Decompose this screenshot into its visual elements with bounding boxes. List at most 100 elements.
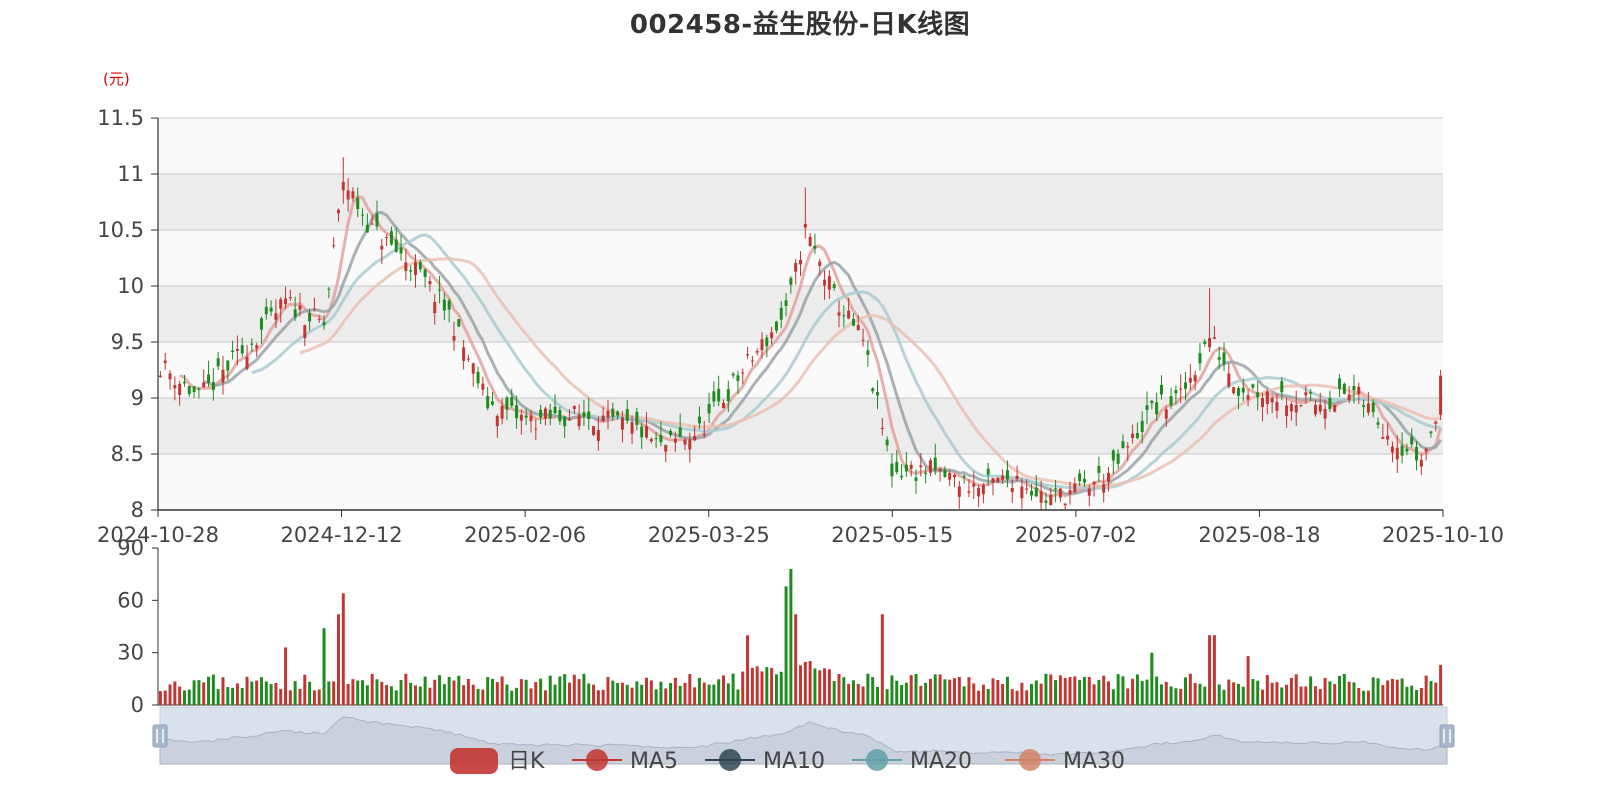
volume-bar[interactable] <box>486 677 490 705</box>
volume-bar[interactable] <box>178 686 182 705</box>
volume-bar[interactable] <box>683 682 687 705</box>
volume-bar[interactable] <box>519 679 523 705</box>
volume-bar[interactable] <box>317 689 321 705</box>
volume-bar[interactable] <box>476 688 480 705</box>
volume-bar[interactable] <box>1078 679 1082 705</box>
volume-bar[interactable] <box>529 688 533 705</box>
volume-bar[interactable] <box>1261 689 1265 705</box>
volume-bar[interactable] <box>1131 678 1135 705</box>
volume-bar[interactable] <box>1121 676 1125 705</box>
volume-bar[interactable] <box>1212 635 1216 705</box>
volume-bar[interactable] <box>567 682 571 705</box>
volume-bar[interactable] <box>365 685 369 705</box>
volume-bar[interactable] <box>659 681 663 705</box>
volume-bar[interactable] <box>1203 686 1207 705</box>
volume-bar[interactable] <box>1395 679 1399 705</box>
volume-bar[interactable] <box>678 685 682 705</box>
volume-bar[interactable] <box>1198 683 1202 705</box>
volume-bar[interactable] <box>1429 681 1433 705</box>
volume-bar[interactable] <box>346 684 350 705</box>
volume-bar[interactable] <box>466 678 470 705</box>
volume-bar[interactable] <box>279 688 283 705</box>
volume-bar[interactable] <box>1188 673 1192 705</box>
volume-bar[interactable] <box>462 685 466 705</box>
volume-bar[interactable] <box>341 593 345 705</box>
volume-bar[interactable] <box>1309 676 1313 705</box>
volume-bar[interactable] <box>558 676 562 705</box>
volume-bar[interactable] <box>293 681 297 705</box>
volume-bar[interactable] <box>1362 690 1366 705</box>
volume-bar[interactable] <box>413 685 417 705</box>
volume-bar[interactable] <box>1232 682 1236 705</box>
volume-bar[interactable] <box>577 679 581 705</box>
volume-bar[interactable] <box>1342 673 1346 705</box>
volume-bar[interactable] <box>986 688 990 705</box>
volume-bar[interactable] <box>871 677 875 705</box>
volume-bar[interactable] <box>221 677 225 705</box>
legend-item-ma30[interactable]: MA30 <box>1005 749 1125 774</box>
volume-bar[interactable] <box>827 669 831 705</box>
volume-bar[interactable] <box>774 674 778 705</box>
volume-bar[interactable] <box>245 676 249 705</box>
volume-bar[interactable] <box>259 677 263 705</box>
volume-bar[interactable] <box>207 676 211 705</box>
volume-bar[interactable] <box>1357 687 1361 705</box>
volume-bar[interactable] <box>1294 674 1298 705</box>
volume-bar[interactable] <box>616 683 620 705</box>
volume-bar[interactable] <box>336 614 340 705</box>
volume-bar[interactable] <box>957 676 961 705</box>
volume-bar[interactable] <box>312 690 316 705</box>
volume-bar[interactable] <box>1054 680 1058 705</box>
volume-bar[interactable] <box>1419 687 1423 705</box>
volume-bar[interactable] <box>1082 676 1086 705</box>
volume-bar[interactable] <box>856 684 860 705</box>
volume-bar[interactable] <box>620 682 624 705</box>
volume-bar[interactable] <box>1140 680 1144 705</box>
volume-bar[interactable] <box>1169 686 1173 705</box>
volume-bar[interactable] <box>1304 686 1308 705</box>
volume-bar[interactable] <box>938 674 942 705</box>
volume-bar[interactable] <box>876 686 879 705</box>
volume-bar[interactable] <box>962 686 966 705</box>
volume-bar[interactable] <box>789 568 793 705</box>
volume-bar[interactable] <box>563 674 567 705</box>
volume-bar[interactable] <box>274 682 278 705</box>
volume-bar[interactable] <box>885 689 889 705</box>
datazoom-left-handle[interactable] <box>152 724 168 748</box>
volume-bar[interactable] <box>1222 689 1226 705</box>
volume-bar[interactable] <box>943 679 947 705</box>
volume-bar[interactable] <box>380 681 384 705</box>
datazoom-right-handle[interactable] <box>1439 724 1455 748</box>
volume-bar[interactable] <box>1328 681 1332 705</box>
volume-bar[interactable] <box>919 685 923 705</box>
volume-bar[interactable] <box>495 682 499 705</box>
volume-bar[interactable] <box>1111 689 1115 705</box>
volume-bar[interactable] <box>1010 689 1014 705</box>
volume-bar[interactable] <box>197 680 201 705</box>
volume-bar[interactable] <box>1323 677 1327 705</box>
volume-bar[interactable] <box>553 684 557 705</box>
volume-bar[interactable] <box>981 684 985 705</box>
volume-bar[interactable] <box>1155 676 1159 705</box>
volume-bar[interactable] <box>654 689 658 705</box>
volume-bar[interactable] <box>1376 678 1380 705</box>
volume-bar[interactable] <box>1270 682 1274 705</box>
volume-bar[interactable] <box>226 687 230 705</box>
volume-bar[interactable] <box>211 674 215 705</box>
volume-bar[interactable] <box>712 684 716 705</box>
volume-bar[interactable] <box>750 667 754 705</box>
volume-bar[interactable] <box>510 690 514 705</box>
volume-bar[interactable] <box>418 686 422 705</box>
volume-bar[interactable] <box>1333 684 1337 705</box>
volume-bar[interactable] <box>645 677 648 705</box>
volume-bar[interactable] <box>1073 676 1077 705</box>
volume-bar[interactable] <box>1410 685 1414 705</box>
volume-bar[interactable] <box>880 614 884 705</box>
volume-bar[interactable] <box>770 668 774 705</box>
volume-bar[interactable] <box>1145 679 1149 705</box>
volume-bar[interactable] <box>548 675 552 705</box>
volume-bar[interactable] <box>909 675 913 705</box>
volume-bar[interactable] <box>356 680 360 705</box>
volume-bar[interactable] <box>1063 677 1067 705</box>
volume-bar[interactable] <box>702 682 706 705</box>
